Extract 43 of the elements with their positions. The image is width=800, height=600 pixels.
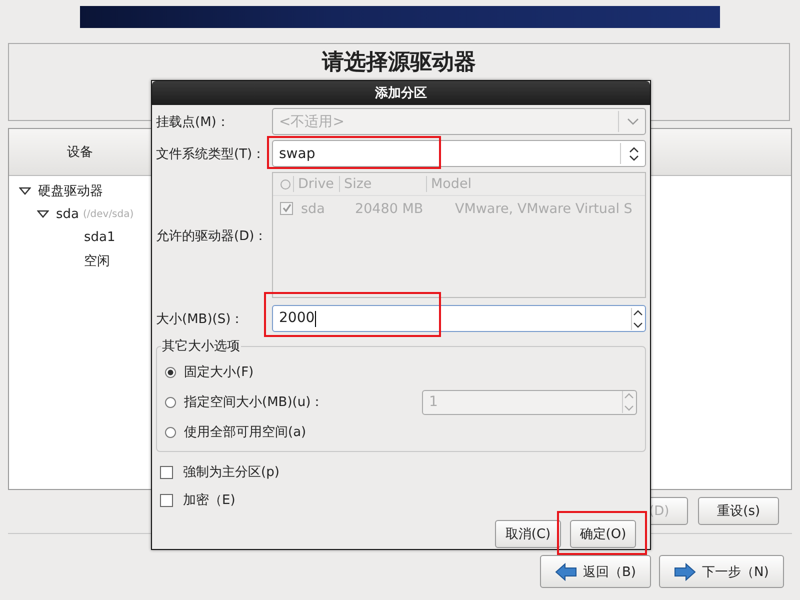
group-title: 其它大小选项 bbox=[161, 338, 241, 355]
field-label: 允许的驱动器(D)： bbox=[156, 228, 268, 245]
size-field[interactable]: 2000 bbox=[272, 305, 646, 332]
tree-item[interactable]: 空闲 bbox=[84, 252, 110, 270]
left-arrow-icon bbox=[555, 562, 577, 580]
radio-button[interactable] bbox=[165, 396, 176, 408]
table-cell-text: 20480 MB bbox=[355, 201, 424, 217]
field-label: 挂载点(M)： bbox=[156, 114, 230, 130]
tree-item[interactable]: sda bbox=[56, 206, 79, 222]
option-label[interactable]: 固定大小(F) bbox=[184, 363, 254, 381]
checkbox-label[interactable]: 強制为主分区(p) bbox=[183, 463, 280, 481]
back-button[interactable]: 返回（B) bbox=[540, 555, 651, 588]
filesystem-dropdown[interactable]: swap bbox=[272, 140, 646, 167]
field-label: 文件系统类型(T)： bbox=[156, 146, 266, 162]
check-icon bbox=[282, 203, 292, 213]
up-down-icon bbox=[629, 146, 639, 160]
checkbox[interactable] bbox=[160, 466, 173, 478]
radio-button[interactable] bbox=[165, 426, 176, 438]
checkbox[interactable] bbox=[280, 202, 293, 214]
panel-button[interactable]: 重设(s) bbox=[698, 497, 780, 525]
page-title: 请选择源驱动器 bbox=[322, 50, 476, 76]
checkbox[interactable] bbox=[160, 494, 173, 506]
table-cell-text: sda bbox=[301, 201, 326, 217]
device-path: (/dev/sda) bbox=[83, 208, 134, 220]
expander-down-icon[interactable] bbox=[37, 209, 49, 220]
dialog-title: 添加分区 bbox=[152, 81, 650, 105]
dialog-button[interactable]: 确定(O) bbox=[570, 520, 636, 548]
expander-down-icon[interactable] bbox=[19, 186, 31, 196]
field-label: 大小(MB)(S)： bbox=[156, 310, 245, 328]
option-label[interactable]: 指定空间大小(MB)(u)： bbox=[184, 393, 324, 411]
dialog-button[interactable]: 取消(C) bbox=[495, 520, 561, 548]
next-button[interactable]: 下一步（N) bbox=[659, 555, 784, 588]
radio-button[interactable] bbox=[165, 366, 176, 378]
column-header[interactable]: 设备 bbox=[9, 129, 151, 175]
spinner-arrows-icon[interactable] bbox=[631, 308, 644, 330]
tree-item[interactable]: sda1 bbox=[84, 230, 116, 246]
chevron-down-icon bbox=[627, 118, 639, 126]
tree-item[interactable]: 硬盘驱动器 bbox=[38, 182, 103, 200]
circle-icon bbox=[280, 178, 291, 190]
right-arrow-icon bbox=[674, 562, 696, 580]
checkbox-label[interactable]: 加密（E) bbox=[183, 491, 236, 509]
option-label[interactable]: 使用全部可用空间(a) bbox=[184, 423, 306, 441]
table-cell: VMware, VMware Virtual S bbox=[455, 201, 632, 217]
